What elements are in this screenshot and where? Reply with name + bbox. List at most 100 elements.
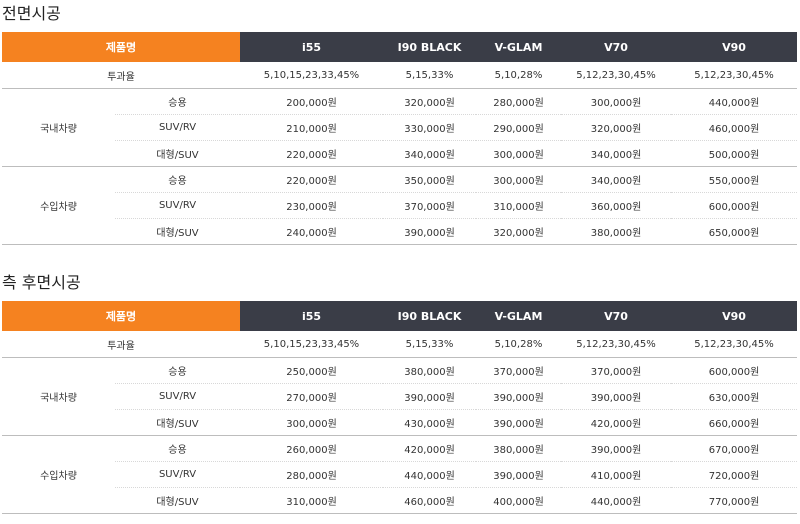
price-cell: 380,000원 [561, 218, 671, 245]
transmission-cell: 5,12,23,30,45% [561, 331, 671, 358]
column-header-i90-black: I90 BLACK [383, 32, 476, 62]
price-cell: 240,000원 [240, 218, 383, 245]
product-name-header: 제품명 [2, 301, 240, 331]
price-cell: 320,000원 [561, 114, 671, 141]
table-row: 대형/SUV 220,000원 340,000원 300,000원 340,00… [2, 140, 797, 167]
price-cell: 550,000원 [671, 166, 797, 193]
price-cell: 720,000원 [671, 461, 797, 488]
transmission-cell: 5,10,15,23,33,45% [240, 62, 383, 89]
transmission-cell: 5,12,23,30,45% [561, 62, 671, 89]
transmission-cell: 5,10,28% [476, 62, 561, 89]
price-cell: 440,000원 [561, 487, 671, 514]
price-cell: 360,000원 [561, 192, 671, 219]
price-cell: 230,000원 [240, 192, 383, 219]
price-cell: 500,000원 [671, 140, 797, 167]
table-row: 대형/SUV 300,000원 430,000원 390,000원 420,00… [2, 409, 797, 436]
price-cell: 660,000원 [671, 409, 797, 436]
vehicle-type-cell: 승용 [115, 88, 240, 115]
vehicle-type-cell: 승용 [115, 357, 240, 384]
table-row: 국내차량 승용 200,000원 320,000원 280,000원 300,0… [2, 88, 797, 167]
price-cell: 460,000원 [383, 487, 476, 514]
transmission-cell: 5,15,33% [383, 62, 476, 89]
price-cell: 280,000원 [240, 461, 383, 488]
table-header-row: 제품명 i55 I90 BLACK V-GLAM V70 V90 [2, 32, 797, 62]
table-row: 수입차량 승용 260,000원 420,000원 380,000원 390,0… [2, 435, 797, 514]
vehicle-type-cell: SUV/RV [115, 192, 240, 219]
transmission-label: 투과율 [2, 62, 240, 89]
price-cell: 220,000원 [240, 166, 383, 193]
price-cell: 300,000원 [240, 409, 383, 436]
price-cell: 420,000원 [561, 409, 671, 436]
vehicle-type-cell: 대형/SUV [115, 487, 240, 514]
table-row: SUV/RV 210,000원 330,000원 290,000원 320,00… [2, 114, 797, 141]
column-header-v70: V70 [561, 32, 671, 62]
transmission-cell: 5,12,23,30,45% [671, 62, 797, 89]
table-row: 대형/SUV 240,000원 390,000원 320,000원 380,00… [2, 218, 797, 245]
price-cell: 390,000원 [561, 435, 671, 462]
group-label-imported: 수입차량 [2, 435, 115, 514]
price-table-front: 제품명 i55 I90 BLACK V-GLAM V70 V90 투과율 5,1… [2, 32, 797, 245]
price-cell: 320,000원 [476, 218, 561, 245]
column-header-v-glam: V-GLAM [476, 32, 561, 62]
transmission-cell: 5,10,28% [476, 331, 561, 358]
price-cell: 270,000원 [240, 383, 383, 410]
column-header-v90: V90 [671, 301, 797, 331]
column-header-v-glam: V-GLAM [476, 301, 561, 331]
price-cell: 300,000원 [476, 140, 561, 167]
price-cell: 390,000원 [383, 218, 476, 245]
price-cell: 410,000원 [561, 461, 671, 488]
transmission-row: 투과율 5,10,15,23,33,45% 5,15,33% 5,10,28% … [2, 331, 797, 358]
price-cell: 300,000원 [476, 166, 561, 193]
price-cell: 330,000원 [383, 114, 476, 141]
group-label-domestic: 국내차량 [2, 357, 115, 436]
price-cell: 370,000원 [383, 192, 476, 219]
product-name-header: 제품명 [2, 32, 240, 62]
price-cell: 350,000원 [383, 166, 476, 193]
price-cell: 340,000원 [561, 166, 671, 193]
column-header-i55: i55 [240, 301, 383, 331]
table-row: 국내차량 승용 250,000원 380,000원 370,000원 370,0… [2, 357, 797, 436]
section-title-side-rear: 측 후면시공 [2, 273, 81, 292]
table-row: 대형/SUV 310,000원 460,000원 400,000원 440,00… [2, 487, 797, 514]
column-header-v70: V70 [561, 301, 671, 331]
transmission-cell: 5,15,33% [383, 331, 476, 358]
price-cell: 200,000원 [240, 88, 383, 115]
price-cell: 310,000원 [240, 487, 383, 514]
vehicle-type-cell: 대형/SUV [115, 409, 240, 436]
price-cell: 370,000원 [561, 357, 671, 384]
column-header-v90: V90 [671, 32, 797, 62]
table-row: SUV/RV 230,000원 370,000원 310,000원 360,00… [2, 192, 797, 219]
group-label-imported: 수입차량 [2, 166, 115, 245]
price-cell: 280,000원 [476, 88, 561, 115]
transmission-row: 투과율 5,10,15,23,33,45% 5,15,33% 5,10,28% … [2, 62, 797, 89]
price-cell: 440,000원 [383, 461, 476, 488]
price-cell: 380,000원 [383, 357, 476, 384]
price-cell: 630,000원 [671, 383, 797, 410]
price-cell: 310,000원 [476, 192, 561, 219]
price-cell: 250,000원 [240, 357, 383, 384]
price-cell: 400,000원 [476, 487, 561, 514]
section-title-front: 전면시공 [2, 4, 61, 23]
group-label-domestic: 국내차량 [2, 88, 115, 167]
price-cell: 220,000원 [240, 140, 383, 167]
vehicle-type-cell: SUV/RV [115, 114, 240, 141]
table-row: SUV/RV 270,000원 390,000원 390,000원 390,00… [2, 383, 797, 410]
vehicle-type-cell: 승용 [115, 166, 240, 193]
price-cell: 670,000원 [671, 435, 797, 462]
price-cell: 420,000원 [383, 435, 476, 462]
column-header-i55: i55 [240, 32, 383, 62]
price-cell: 770,000원 [671, 487, 797, 514]
vehicle-type-cell: 대형/SUV [115, 140, 240, 167]
vehicle-type-cell: SUV/RV [115, 383, 240, 410]
price-cell: 440,000원 [671, 88, 797, 115]
vehicle-type-cell: SUV/RV [115, 461, 240, 488]
price-cell: 340,000원 [561, 140, 671, 167]
price-cell: 600,000원 [671, 192, 797, 219]
price-cell: 600,000원 [671, 357, 797, 384]
price-cell: 650,000원 [671, 218, 797, 245]
vehicle-type-cell: 승용 [115, 435, 240, 462]
price-cell: 320,000원 [383, 88, 476, 115]
price-cell: 460,000원 [671, 114, 797, 141]
price-cell: 390,000원 [561, 383, 671, 410]
price-cell: 380,000원 [476, 435, 561, 462]
